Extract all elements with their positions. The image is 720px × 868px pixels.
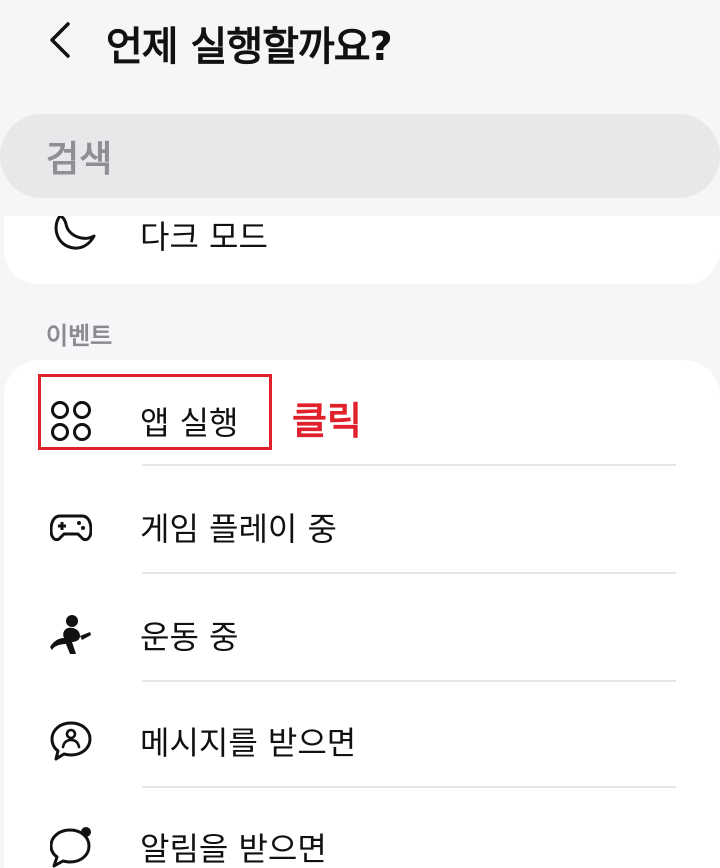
- divider: [142, 680, 676, 682]
- app-launch-label: 앱 실행: [140, 404, 239, 442]
- click-annotation: 클릭: [292, 399, 362, 443]
- message-received-label: 메시지를 받으면: [140, 724, 357, 762]
- list-item-notification-received[interactable]: 알림을 받으면: [4, 794, 720, 868]
- app-header: 언제 실행할까요?: [0, 0, 720, 90]
- divider: [142, 464, 676, 466]
- moon-icon: [54, 216, 96, 250]
- back-button[interactable]: [40, 18, 80, 62]
- running-icon: [50, 615, 91, 654]
- notification-bubble-icon: [50, 827, 91, 868]
- list-item-gaming[interactable]: 게임 플레이 중: [4, 474, 720, 580]
- page-title: 언제 실행할까요?: [106, 24, 393, 70]
- divider: [142, 572, 676, 574]
- message-icon: [50, 721, 92, 761]
- chevron-left-icon: [50, 22, 70, 58]
- section-title-events: 이벤트: [46, 322, 113, 350]
- list-item-dark-mode[interactable]: 다크 모드: [4, 216, 720, 256]
- dark-mode-card: 다크 모드: [4, 216, 720, 284]
- list-item-exercise[interactable]: 운동 중: [4, 582, 720, 688]
- gaming-label: 게임 플레이 중: [140, 510, 337, 548]
- search-placeholder: 검색: [46, 139, 113, 180]
- list-item-message-received[interactable]: 메시지를 받으면: [4, 688, 720, 794]
- screen: 언제 실행할까요? 검색 다크 모드 이벤트 앱 실행 게임 플레이 중 운동 …: [0, 0, 720, 868]
- events-card: 앱 실행 게임 플레이 중 운동 중 메시지를 받으면 알림을 받으면: [4, 360, 720, 868]
- dark-mode-label: 다크 모드: [140, 218, 268, 256]
- search-bar[interactable]: 검색: [0, 114, 720, 198]
- gamepad-icon: [50, 514, 92, 542]
- notification-received-label: 알림을 받으면: [140, 830, 327, 868]
- divider: [142, 786, 676, 788]
- list-item-app-launch[interactable]: 앱 실행: [4, 368, 720, 474]
- apps-icon: [51, 401, 91, 441]
- exercise-label: 운동 중: [140, 618, 239, 656]
